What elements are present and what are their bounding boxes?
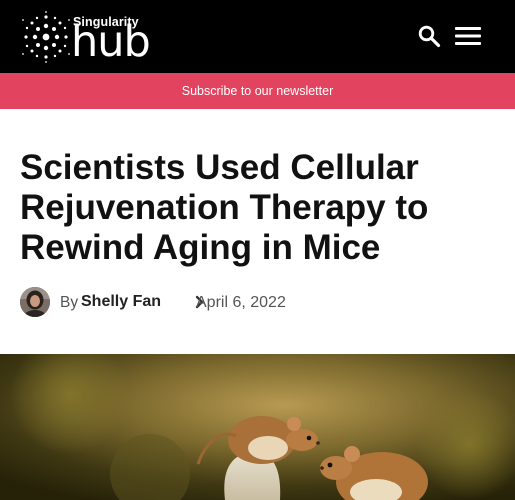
logo-bottom-text: hub — [71, 17, 151, 67]
publish-date: April 6, 2022 — [196, 294, 286, 311]
byline-prefix: By — [60, 294, 79, 311]
author-name-link[interactable]: Shelly Fan — [81, 293, 161, 311]
hero-photo-mice — [0, 354, 515, 500]
article-title: Scientists Used Cellular Rejuvenation Th… — [20, 148, 429, 267]
site-logo[interactable]: Singularity hub — [20, 10, 160, 67]
article-byline: By Shelly Fan April 6, 2022 — [20, 286, 500, 318]
menu-icon[interactable] — [455, 25, 481, 47]
author-photo — [20, 287, 50, 317]
author-avatar[interactable] — [20, 287, 50, 317]
newsletter-subscribe-link[interactable]: Subscribe to our newsletter — [182, 84, 333, 98]
search-icon[interactable] — [417, 24, 441, 48]
logo-starburst-icon — [22, 11, 70, 63]
hero-image — [0, 354, 515, 500]
newsletter-banner: Subscribe to our newsletter — [0, 73, 515, 109]
site-header: Singularity hub — [0, 0, 515, 73]
